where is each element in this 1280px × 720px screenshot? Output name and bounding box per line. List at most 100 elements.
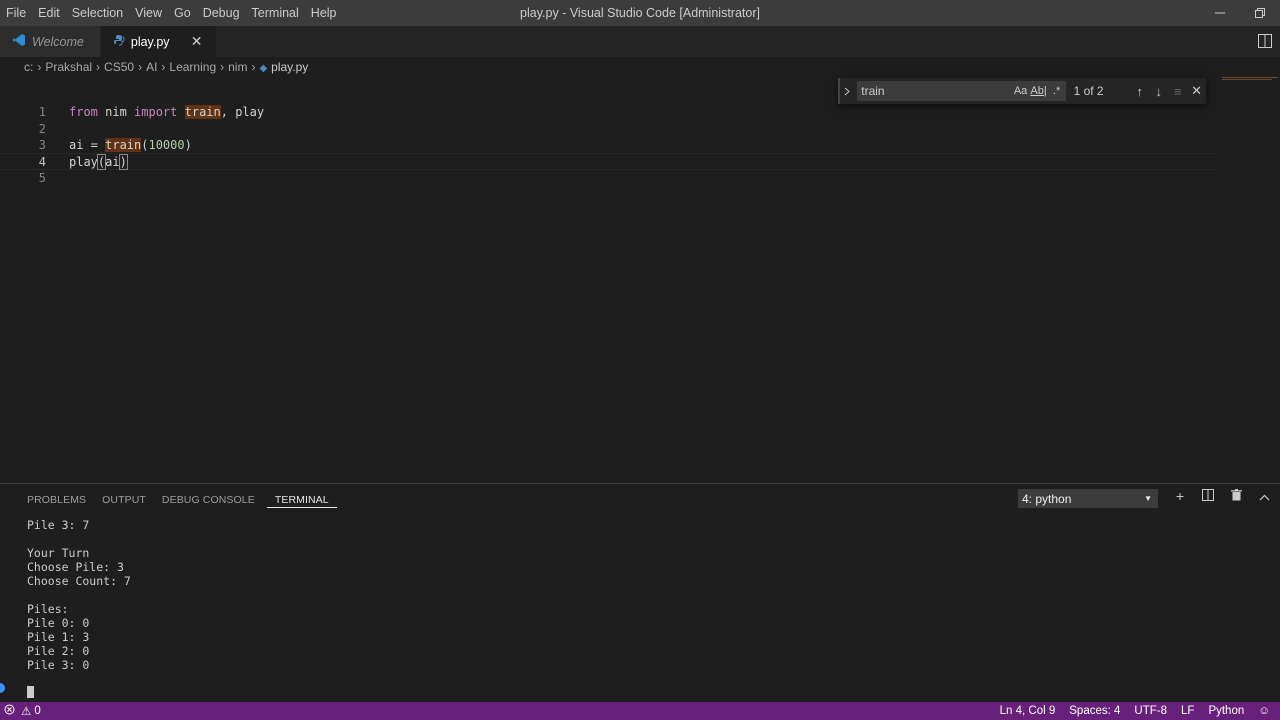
tab-play-py[interactable]: play.py ✕: [100, 26, 217, 57]
end-of-line[interactable]: LF: [1181, 705, 1194, 717]
python-file-icon: ◆: [259, 63, 268, 74]
close-icon[interactable]: ✕: [188, 33, 206, 50]
minimap-line: [1222, 77, 1278, 78]
error-icon[interactable]: [4, 704, 15, 718]
breadcrumb-file[interactable]: ◆ play.py: [259, 60, 308, 74]
code-token: play: [69, 155, 98, 169]
status-bar: ⚠ 0 Ln 4, Col 9 Spaces: 4 UTF-8 LF Pytho…: [0, 702, 1280, 720]
maximize-panel-icon[interactable]: [1250, 488, 1278, 508]
breadcrumb-folder[interactable]: AI: [146, 60, 157, 74]
code-token: ): [184, 138, 192, 152]
chevron-right-icon: ›: [251, 60, 256, 74]
menu-go[interactable]: Go: [168, 0, 197, 26]
code-line: 3 ai = train(10000): [0, 137, 1216, 154]
chevron-right-icon: ›: [37, 60, 42, 74]
whole-word-icon[interactable]: Ab|: [1030, 85, 1048, 97]
cursor-position[interactable]: Ln 4, Col 9: [1000, 705, 1056, 717]
breadcrumb-file-label: play.py: [271, 60, 309, 74]
code-line: 2: [0, 121, 1216, 138]
menu-terminal[interactable]: Terminal: [246, 0, 305, 26]
tab-output[interactable]: OUTPUT: [94, 492, 154, 508]
match-case-icon[interactable]: Aa: [1012, 85, 1030, 97]
code-token: nim: [97, 105, 135, 119]
arrow-up-icon[interactable]: ↑: [1130, 84, 1149, 99]
line-number: 3: [38, 138, 46, 152]
line-number: 1: [38, 105, 46, 119]
language-mode[interactable]: Python: [1208, 705, 1244, 717]
chevron-right-icon: ›: [161, 60, 166, 74]
breadcrumb-folder[interactable]: Learning: [169, 60, 216, 74]
code-token: , play: [220, 105, 265, 119]
find-in-selection-icon[interactable]: ≡: [1168, 84, 1187, 99]
search-match: train: [184, 105, 221, 119]
search-match: train: [105, 138, 142, 152]
terminal-output[interactable]: Pile 3: 7 Your Turn Choose Pile: 3 Choos…: [27, 518, 131, 672]
window-controls: [1200, 0, 1280, 26]
menu-debug[interactable]: Debug: [197, 0, 246, 26]
chevron-right-icon: ›: [96, 60, 101, 74]
status-left: ⚠ 0: [4, 702, 41, 720]
tab-welcome[interactable]: Welcome: [0, 26, 101, 57]
split-editor-icon[interactable]: [1258, 34, 1272, 51]
trash-icon[interactable]: [1222, 488, 1250, 508]
code-text: from nim import train, play: [69, 104, 264, 121]
tab-debug-console[interactable]: DEBUG CONSOLE: [154, 492, 263, 508]
chevron-right-icon: ›: [138, 60, 143, 74]
breadcrumb-drive[interactable]: c:: [24, 60, 33, 74]
code-editor[interactable]: 1 from nim import train, play 2 3 ai = t…: [0, 77, 1280, 482]
terminal-indicator: [0, 683, 5, 693]
breadcrumb-folder[interactable]: Prakshal: [45, 60, 92, 74]
code-line: 1 from nim import train, play: [0, 104, 1216, 121]
feedback-smiley-icon[interactable]: ☺: [1258, 705, 1270, 717]
text-cursor: [126, 155, 128, 170]
menu-edit[interactable]: Edit: [32, 0, 66, 26]
minimap-line: [1222, 79, 1272, 80]
breadcrumb-folder[interactable]: nim: [228, 60, 247, 74]
menu-file[interactable]: File: [0, 0, 32, 26]
find-input[interactable]: train: [861, 84, 1011, 98]
current-code-line: 4 play(ai): [0, 153, 1216, 170]
plus-icon[interactable]: +: [1166, 488, 1194, 508]
bottom-panel: PROBLEMS OUTPUT DEBUG CONSOLE TERMINAL 4…: [0, 483, 1280, 702]
code-text: play(ai): [69, 154, 128, 171]
find-widget: train Aa Ab| .* 1 of 2 ↑ ↓ ≡ ✕: [838, 78, 1206, 104]
terminal-select-value: 4: python: [1022, 491, 1072, 506]
arrow-down-icon[interactable]: ↓: [1149, 84, 1168, 99]
line-number: 5: [38, 171, 46, 185]
code-line: 5: [0, 170, 1216, 187]
file-encoding[interactable]: UTF-8: [1134, 705, 1167, 717]
menu-view[interactable]: View: [129, 0, 168, 26]
code-token: from: [69, 105, 98, 119]
terminal-cursor: [27, 686, 34, 698]
problems-count[interactable]: 0: [34, 705, 40, 717]
minimize-icon[interactable]: [1200, 0, 1240, 26]
close-icon[interactable]: ✕: [1187, 83, 1206, 99]
menu-help[interactable]: Help: [305, 0, 343, 26]
menu-bar: File Edit Selection View Go Debug Termin…: [0, 0, 343, 26]
warning-icon[interactable]: ⚠: [21, 704, 31, 718]
toggle-replace-icon[interactable]: [838, 78, 853, 104]
find-input-box[interactable]: train Aa Ab| .*: [857, 81, 1066, 101]
terminal-select[interactable]: 4: python ▼: [1018, 489, 1158, 508]
tab-terminal[interactable]: TERMINAL: [266, 492, 337, 508]
chevron-right-icon: ›: [220, 60, 225, 74]
indentation[interactable]: Spaces: 4: [1069, 705, 1120, 717]
find-match-count: 1 of 2: [1073, 84, 1104, 98]
split-terminal-icon[interactable]: [1194, 488, 1222, 508]
code-text: ai = train(10000): [69, 137, 192, 154]
tab-problems[interactable]: PROBLEMS: [19, 492, 94, 508]
menu-selection[interactable]: Selection: [66, 0, 129, 26]
code-token: ai =: [69, 138, 106, 152]
breadcrumb-folder[interactable]: CS50: [104, 60, 134, 74]
vscode-logo-icon: [12, 33, 26, 50]
regex-icon[interactable]: .*: [1048, 85, 1066, 97]
title-bar: File Edit Selection View Go Debug Termin…: [0, 0, 1280, 26]
chevron-down-icon: ▼: [1144, 494, 1152, 503]
line-number: 2: [38, 122, 46, 136]
code-token: 10000: [148, 138, 185, 152]
panel-tabs: PROBLEMS OUTPUT DEBUG CONSOLE TERMINAL: [19, 492, 337, 508]
editor-tab-bar: Welcome play.py ✕: [0, 26, 1280, 57]
minimap[interactable]: [1218, 77, 1280, 83]
restore-icon[interactable]: [1240, 0, 1280, 26]
code-token: import: [134, 105, 178, 119]
